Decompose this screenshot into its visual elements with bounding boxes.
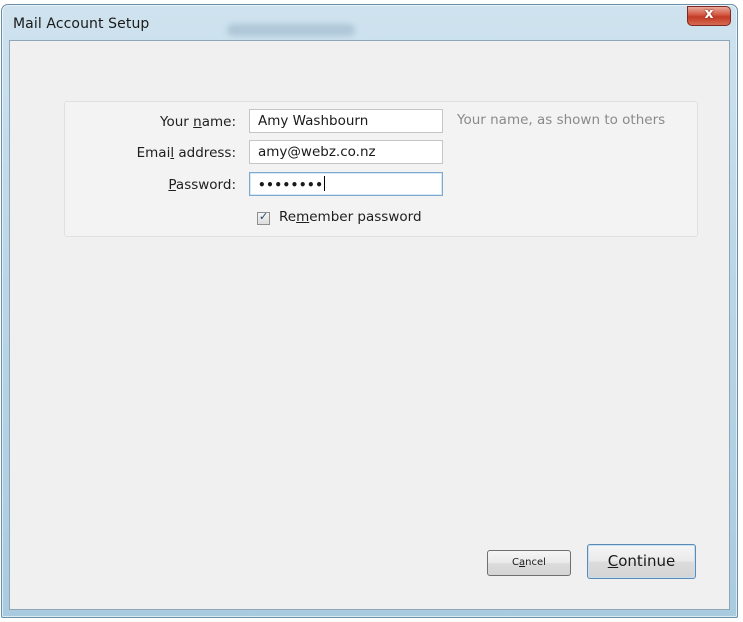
your-name-hint: Your name, as shown to others: [457, 112, 666, 128]
email-address-label: Email address:: [136, 145, 236, 161]
remember-password-label[interactable]: Remember password: [279, 209, 422, 225]
check-icon: ✓: [259, 210, 269, 223]
your-name-input[interactable]: Amy Washbourn: [249, 109, 443, 133]
cancel-button[interactable]: Cancel: [487, 550, 571, 576]
close-icon: x: [704, 6, 714, 22]
password-value: ••••••••: [258, 178, 324, 192]
background-window-title: [227, 24, 355, 36]
your-name-value: Amy Washbourn: [258, 113, 369, 129]
text-caret: [324, 176, 326, 191]
email-address-value: amy@webz.co.nz: [258, 144, 376, 160]
title-bar[interactable]: Mail Account Setup x: [2, 5, 737, 39]
close-button[interactable]: x: [687, 6, 731, 26]
password-input[interactable]: ••••••••: [249, 172, 443, 196]
window-title: Mail Account Setup: [13, 16, 150, 32]
password-label: Password:: [168, 177, 236, 193]
mail-account-setup-dialog: Mail Account Setup x Your name: Amy Wash…: [1, 4, 738, 618]
email-address-input[interactable]: amy@webz.co.nz: [249, 140, 443, 164]
remember-password-checkbox[interactable]: ✓: [257, 210, 270, 225]
your-name-label: Your name:: [160, 114, 236, 130]
dialog-content: Your name: Amy Washbourn Your name, as s…: [9, 40, 730, 610]
account-form-panel: Your name: Amy Washbourn Your name, as s…: [64, 101, 698, 237]
continue-button[interactable]: Continue: [587, 544, 696, 579]
